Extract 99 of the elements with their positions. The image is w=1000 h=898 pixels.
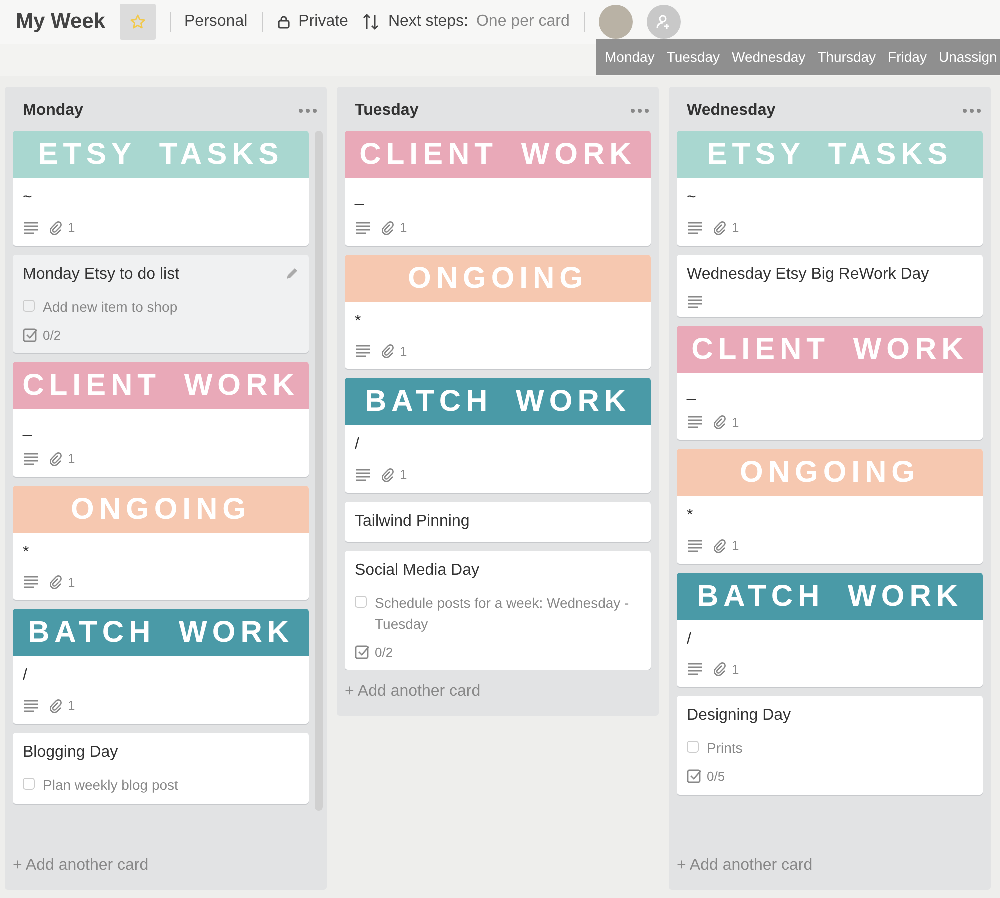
paperclip-icon [49, 698, 63, 713]
card-title: Designing Day [687, 706, 792, 726]
attachment-count: 1 [400, 466, 408, 484]
more-icon[interactable] [963, 109, 981, 113]
paperclip-icon [381, 468, 395, 482]
checkbox[interactable] [23, 300, 35, 312]
add-member-button[interactable] [646, 5, 681, 39]
attachment-count: 1 [732, 219, 740, 237]
card[interactable]: CLIENT WORK _ 1 [677, 326, 983, 440]
visibility-button[interactable]: Private [276, 10, 348, 34]
card[interactable]: ONGOING * 1 [13, 486, 309, 600]
card-cover: ONGOING [677, 449, 983, 496]
lock-icon [276, 15, 291, 29]
attachment-count: 1 [732, 537, 740, 555]
card-title: Wednesday Etsy Big ReWork Day [687, 264, 930, 284]
add-person-icon [656, 14, 672, 30]
attachment-count: 1 [400, 219, 408, 237]
card-cover: CLIENT WORK [677, 326, 983, 372]
card-title: * [355, 312, 362, 332]
card-title: * [687, 506, 694, 526]
card-title: ~ [23, 188, 34, 208]
card[interactable]: CLIENT WORK _ 1 [13, 362, 309, 476]
card-title: * [23, 542, 30, 562]
card-cover: ETSY TASKS [13, 131, 309, 178]
list-title: Monday [23, 101, 84, 121]
checklist-item: Prints [707, 739, 743, 758]
checkbox[interactable] [23, 778, 35, 790]
attachment-count: 1 [68, 574, 76, 592]
card-title: / [23, 666, 28, 686]
checklist-icon [23, 328, 38, 343]
card[interactable]: ONGOING * 1 [677, 449, 983, 564]
card-cover: BATCH WORK [677, 572, 983, 620]
checklist-item: Plan weekly blog post [43, 776, 178, 795]
card-cover: CLIENT WORK [345, 131, 651, 178]
paperclip-icon [49, 220, 63, 235]
checklist-icon [355, 644, 370, 660]
card[interactable]: CLIENT WORK _ 1 [345, 131, 651, 246]
card-title: / [355, 435, 360, 455]
card-cover: BATCH WORK [13, 609, 309, 656]
card-title: _ [687, 382, 697, 402]
checklist-item: Schedule posts for a week: Wednesday - Tuesday [375, 594, 630, 634]
card-cover: ONGOING [13, 486, 309, 532]
card-cover: BATCH WORK [345, 378, 651, 425]
more-icon[interactable] [299, 109, 317, 113]
sort-arrows-icon [362, 13, 380, 31]
card-title: ~ [687, 188, 698, 208]
more-icon[interactable] [631, 109, 649, 113]
paperclip-icon [381, 344, 395, 358]
checklist-item: Add new item to shop [43, 298, 178, 317]
star-button[interactable] [120, 4, 156, 40]
card-title: / [687, 630, 692, 650]
card-title: _ [23, 419, 33, 439]
paperclip-icon [49, 575, 63, 590]
card-title: Blogging Day [23, 742, 120, 762]
card[interactable]: Monday Etsy to do list Add new item to shop 0/2 [13, 254, 309, 353]
card[interactable]: BATCH WORK / 1 [345, 378, 651, 492]
attachment-count: 1 [732, 660, 740, 678]
paperclip-icon [713, 220, 727, 235]
checklist-progress: 0/2 [43, 326, 62, 344]
card[interactable]: Blogging Day Plan weekly blog post [13, 732, 309, 804]
card-cover: CLIENT WORK [13, 362, 309, 409]
card[interactable]: Wednesday Etsy Big ReWork Day [677, 254, 983, 316]
paperclip-icon [49, 452, 63, 466]
list-title: Wednesday [687, 101, 776, 121]
list-title: Tuesday [355, 101, 419, 121]
paperclip-icon [713, 538, 727, 553]
avatar-photo-placeholder[interactable] [598, 5, 633, 39]
card[interactable]: BATCH WORK / 1 [677, 572, 983, 687]
checkbox[interactable] [687, 741, 699, 753]
card[interactable]: Tailwind Pinning [345, 502, 651, 542]
card-title: Monday Etsy to do list [23, 264, 181, 284]
team-button[interactable]: Personal [184, 10, 248, 34]
attachment-count: 1 [732, 414, 740, 432]
pencil-icon [285, 266, 299, 280]
paperclip-icon [381, 220, 395, 235]
card[interactable]: ONGOING * 1 [345, 254, 651, 369]
paperclip-icon [713, 662, 727, 676]
card[interactable]: ETSY TASKS ~ 1 [13, 131, 309, 246]
card-cover: ONGOING [345, 254, 651, 302]
board-title: My Week [16, 9, 106, 36]
checklist-icon [687, 769, 702, 784]
attachment-count: 1 [400, 342, 408, 360]
attachment-count: 1 [68, 219, 76, 237]
card[interactable]: Social Media Day Schedule posts for a week: Wednesday - Tuesday 0/2 [345, 550, 651, 670]
attachment-count: 1 [68, 697, 76, 715]
next-steps-button[interactable]: Next steps: One per card [362, 10, 570, 34]
card-title: Social Media Day [355, 560, 480, 580]
star-icon [130, 14, 146, 30]
checklist-progress: 0/2 [375, 644, 394, 662]
attachment-count: 1 [68, 450, 76, 468]
card[interactable]: Designing Day Prints 0/5 [677, 696, 983, 794]
card-title: Tailwind Pinning [355, 512, 471, 532]
card-title: _ [355, 188, 365, 208]
card[interactable]: ETSY TASKS ~ 1 [677, 131, 983, 246]
card[interactable]: BATCH WORK / 1 [13, 609, 309, 724]
checkbox[interactable] [355, 596, 367, 608]
card-cover: ETSY TASKS [677, 131, 983, 178]
checklist-progress: 0/5 [707, 768, 726, 786]
paperclip-icon [713, 415, 727, 430]
